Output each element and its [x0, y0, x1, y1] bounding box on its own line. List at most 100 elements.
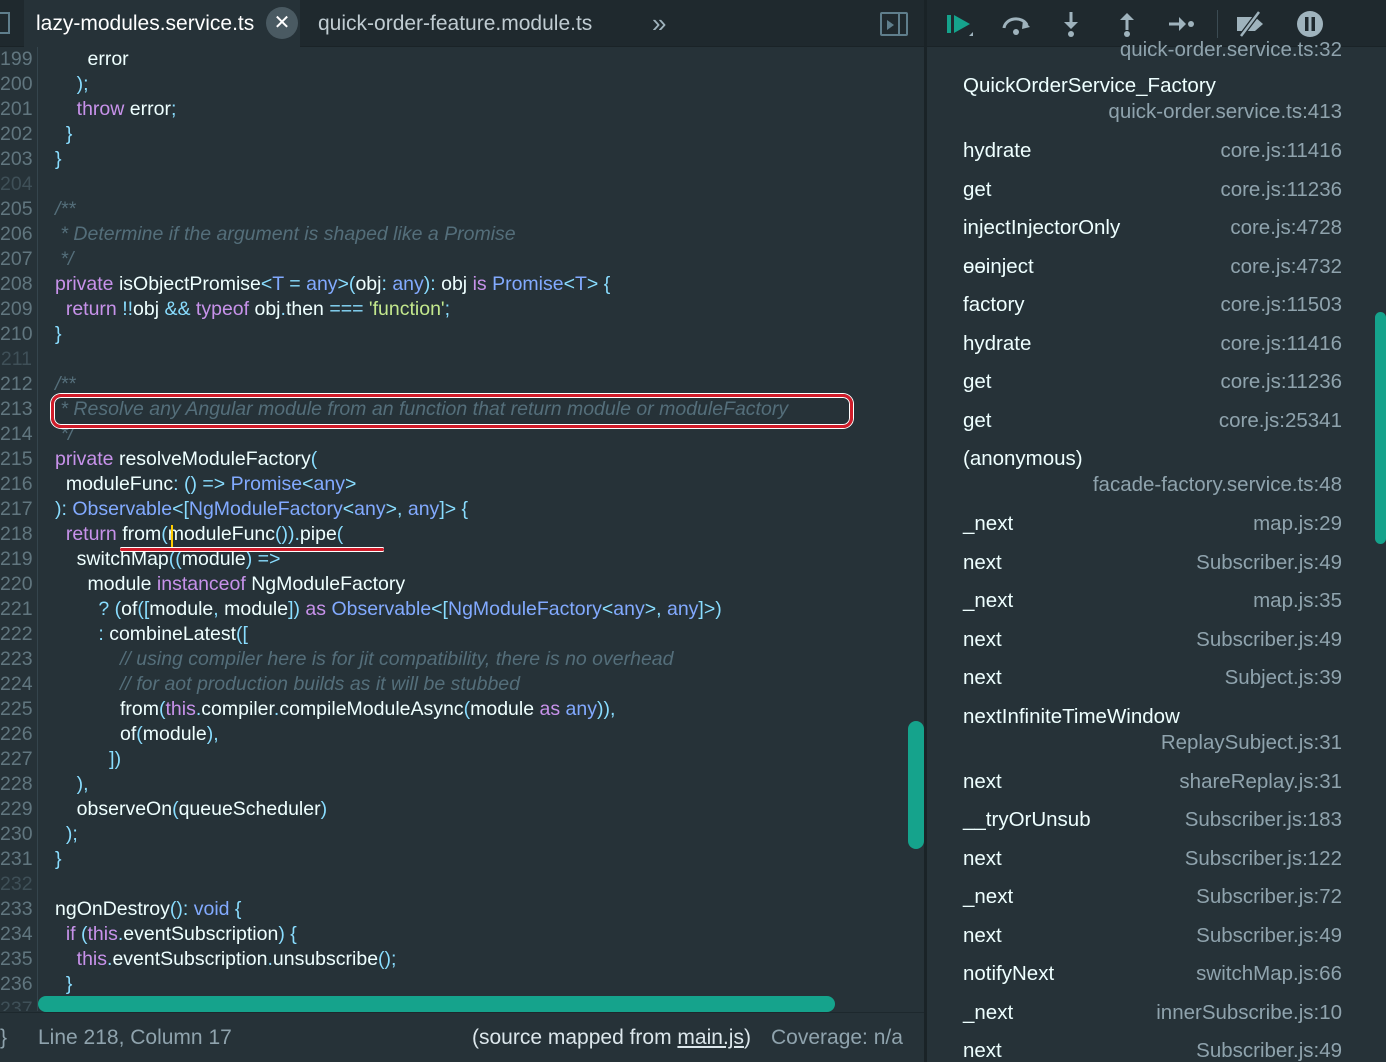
code-line: return !!obj && typeof obj.then === 'fun…: [55, 297, 450, 322]
line-number[interactable]: 221: [0, 597, 33, 622]
code-token: <: [342, 498, 355, 520]
deactivate-breakpoints-icon[interactable]: [1233, 8, 1267, 40]
resume-icon[interactable]: [943, 8, 977, 40]
frame-function-name: injectInjectorOnly: [963, 216, 1121, 239]
code-token: private: [55, 273, 114, 295]
code-token: this: [165, 698, 196, 720]
code-token: module: [55, 573, 157, 595]
code-token: compileModuleAsync: [279, 698, 464, 720]
line-number[interactable]: 220: [0, 572, 33, 597]
frame-location-partial[interactable]: quick-order.service.ts:32: [1120, 38, 1342, 62]
line-number[interactable]: 205: [0, 197, 33, 222]
code-token: ([: [236, 623, 248, 645]
call-stack-scrollbar[interactable]: [1375, 312, 1386, 544]
line-number[interactable]: 199: [0, 47, 33, 72]
code-token: >: [344, 473, 357, 495]
code-line: * Determine if the argument is shaped li…: [55, 222, 515, 247]
line-number[interactable]: 237: [0, 997, 33, 1011]
code-token: from: [116, 523, 162, 545]
code-token: error: [124, 98, 171, 120]
frame-function-name: _next: [963, 885, 1014, 908]
code-token: void: [193, 898, 230, 920]
code-token: // using compiler here is for jit compat…: [55, 648, 674, 670]
frame-location: core.js:25341: [1218, 408, 1342, 432]
line-number[interactable]: 209: [0, 297, 33, 322]
source-map-info: (source mapped from main.js): [472, 1013, 751, 1062]
line-number[interactable]: 233: [0, 897, 33, 922]
code-token: <: [601, 598, 614, 620]
line-number[interactable]: 213: [0, 397, 33, 422]
line-number[interactable]: 202: [0, 122, 33, 147]
line-number[interactable]: 204: [0, 172, 33, 197]
code-token: of: [121, 598, 138, 620]
code-view[interactable]: 199 error 200 ); 201 throw error; 202 } 203}…: [0, 47, 924, 1011]
run-to-icon[interactable]: [1165, 8, 1199, 40]
line-number[interactable]: 230: [0, 822, 33, 847]
horizontal-scrollbar[interactable]: [38, 996, 835, 1012]
line-number[interactable]: 227: [0, 747, 33, 772]
step-in-icon[interactable]: [1054, 8, 1088, 40]
line-number[interactable]: 217: [0, 497, 33, 522]
line-number[interactable]: 225: [0, 697, 33, 722]
line-number[interactable]: 234: [0, 922, 33, 947]
line-number[interactable]: 218: [0, 522, 33, 547]
line-number[interactable]: 226: [0, 722, 33, 747]
code-token: ]>): [698, 598, 722, 620]
code-token: private: [55, 448, 114, 470]
line-number[interactable]: 206: [0, 222, 33, 247]
line-number[interactable]: 210: [0, 322, 33, 347]
line-number[interactable]: 212: [0, 372, 33, 397]
line-number[interactable]: 207: [0, 247, 33, 272]
tab-lazy-modules-service[interactable]: lazy-modules.service.ts ✕: [24, 0, 300, 47]
code-line: }: [55, 972, 73, 997]
frame-function-name: get: [963, 370, 992, 393]
close-tab-icon[interactable]: ✕: [266, 7, 298, 39]
line-number[interactable]: 219: [0, 547, 33, 572]
line-number[interactable]: 232: [0, 872, 33, 897]
code-token: Observable: [72, 498, 173, 520]
code-token: ]): [55, 748, 122, 770]
line-number[interactable]: 231: [0, 847, 33, 872]
toggle-debugger-icon[interactable]: [880, 12, 908, 36]
tab-quick-order-feature-module[interactable]: quick-order-feature.module.ts: [318, 0, 592, 47]
code-token: of: [55, 723, 137, 745]
code-token: ): [320, 798, 328, 820]
line-number[interactable]: 235: [0, 947, 33, 972]
line-number[interactable]: 211: [0, 347, 32, 372]
line-number[interactable]: 229: [0, 797, 33, 822]
vertical-scrollbar[interactable]: [908, 721, 924, 849]
line-number[interactable]: 236: [0, 972, 33, 997]
step-over-icon[interactable]: [999, 8, 1033, 40]
code-line: error: [55, 47, 129, 72]
pause-on-exceptions-icon[interactable]: [1293, 8, 1327, 40]
line-number[interactable]: 200: [0, 72, 33, 97]
line-number[interactable]: 203: [0, 147, 33, 172]
code-line: moduleFunc: () => Promise<any>: [55, 472, 357, 497]
line-number[interactable]: 208: [0, 272, 33, 297]
code-line: ? (of([module, module]) as Observable<[N…: [55, 597, 722, 622]
code-token: throw: [55, 98, 125, 120]
code-token: eventSubscription: [112, 948, 268, 970]
toggle-navigator-icon[interactable]: [0, 12, 10, 34]
code-line: // using compiler here is for jit compat…: [55, 647, 674, 672]
frame-function-name: hydrate: [963, 139, 1032, 162]
code-token: ===: [329, 298, 364, 320]
code-token: ]> {: [439, 498, 469, 520]
line-number[interactable]: 215: [0, 447, 33, 472]
frame-location: Subscriber.js:183: [1184, 808, 1342, 831]
line-number[interactable]: 214: [0, 422, 33, 447]
line-number[interactable]: 224: [0, 672, 33, 697]
step-out-icon[interactable]: [1110, 8, 1144, 40]
code-token: any: [354, 498, 386, 520]
code-token: typeof: [190, 298, 250, 320]
code-token: */: [55, 248, 74, 270]
line-number[interactable]: 228: [0, 772, 33, 797]
line-number[interactable]: 223: [0, 647, 33, 672]
source-map-link[interactable]: main.js: [677, 1026, 744, 1049]
line-number[interactable]: 222: [0, 622, 33, 647]
brace-match-indicator[interactable]: }: [0, 1013, 7, 1062]
more-tabs-icon[interactable]: »: [652, 0, 666, 47]
line-number[interactable]: 216: [0, 472, 33, 497]
line-number[interactable]: 201: [0, 97, 33, 122]
code-line: ngOnDestroy(): void {: [55, 897, 241, 922]
